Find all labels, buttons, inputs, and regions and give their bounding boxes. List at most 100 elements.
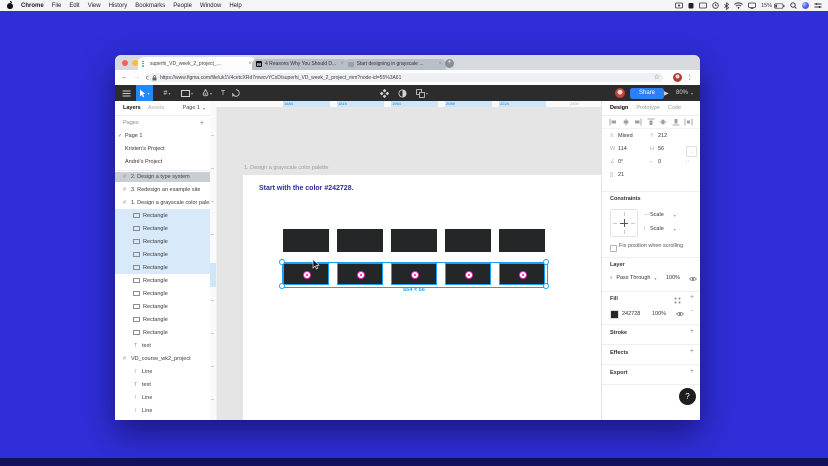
address-field[interactable]: https://www.figma.com/file/uk1V4cetcXRd7… <box>148 73 663 82</box>
fill-styles-icon[interactable] <box>674 297 681 304</box>
layer-row[interactable]: Rectangle <box>115 287 210 300</box>
smart-selection-handle[interactable] <box>519 271 527 279</box>
menu-history[interactable]: History <box>109 3 128 9</box>
move-tool-button[interactable]: ▾ <box>136 85 153 101</box>
layer-row[interactable]: # 1. Design a grayscale color pale... <box>115 196 210 209</box>
page-item[interactable]: Kristen's Project <box>115 142 210 155</box>
collaborator-avatar[interactable] <box>615 88 625 98</box>
align-right-icon[interactable] <box>634 118 642 126</box>
main-menu-button[interactable] <box>119 85 133 101</box>
vertical-constraint-dropdown[interactable]: | Scale ▾ <box>644 226 676 232</box>
bluetooth-icon[interactable] <box>724 2 729 10</box>
sidecar-icon[interactable] <box>748 2 756 9</box>
close-window-button[interactable] <box>122 60 128 66</box>
rectangle-swatch[interactable] <box>337 229 383 252</box>
align-vertical-center-icon[interactable] <box>659 118 667 126</box>
align-left-icon[interactable] <box>609 118 617 126</box>
bookmark-star-icon[interactable]: ☆ <box>654 73 660 81</box>
blend-mode-dropdown[interactable]: ◐ Pass Through ▾ <box>610 275 657 281</box>
comment-tool-button[interactable] <box>229 85 243 101</box>
height-field[interactable]: H 56 <box>650 146 664 152</box>
tab-assets[interactable]: Assets <box>148 105 165 111</box>
tab-design[interactable]: Design <box>610 105 628 111</box>
layer-row[interactable]: # 2. Design a type system <box>115 172 210 182</box>
close-tab-icon[interactable]: × <box>438 61 442 67</box>
corner-radius-field[interactable]: ⌐ 0 <box>650 159 661 165</box>
add-stroke-button[interactable]: + <box>690 328 694 335</box>
width-field[interactable]: W 114 <box>610 146 627 152</box>
selection-handle[interactable] <box>279 259 285 265</box>
add-page-button[interactable]: + <box>200 120 204 127</box>
remove-fill-button[interactable]: − <box>690 308 693 314</box>
minimize-window-button[interactable] <box>132 60 138 66</box>
fix-position-checkbox[interactable] <box>610 245 617 252</box>
independent-corners-toggle[interactable]: :: <box>686 159 689 165</box>
layer-row[interactable]: Rectangle <box>115 326 210 339</box>
menu-help[interactable]: Help <box>229 3 241 9</box>
menu-window[interactable]: Window <box>200 3 221 9</box>
menu-view[interactable]: View <box>88 3 101 9</box>
spacing-field[interactable]: ][ 21 <box>610 172 624 178</box>
layer-row-selected[interactable]: Rectangle <box>115 222 210 235</box>
selection-handle[interactable] <box>543 259 549 265</box>
control-center-icon[interactable] <box>814 2 822 9</box>
layer-row[interactable]: T text <box>115 378 210 391</box>
help-button[interactable]: ? <box>679 388 696 405</box>
battery-icon[interactable] <box>774 3 785 9</box>
add-export-button[interactable]: + <box>690 368 694 375</box>
siri-icon[interactable] <box>802 2 809 9</box>
screen-record-icon[interactable] <box>675 2 683 9</box>
selection-handle[interactable] <box>543 283 549 289</box>
page-item-current[interactable]: ✓ Page 1 <box>115 129 210 142</box>
tab-medium-article[interactable]: M 4 Reasons Why You Should D... × <box>252 59 348 71</box>
rotation-field[interactable]: ∠ 0° <box>610 159 623 165</box>
shape-tool-button[interactable]: ▾ <box>179 85 195 101</box>
rectangle-swatch[interactable] <box>445 229 491 252</box>
menu-file[interactable]: File <box>52 3 62 9</box>
layer-row-selected[interactable]: Rectangle <box>115 261 210 274</box>
browser-menu-icon[interactable]: ⋮ <box>687 73 694 81</box>
zoom-menu[interactable]: 80% ▾ <box>676 85 693 101</box>
align-bottom-icon[interactable] <box>672 118 680 126</box>
frame-title[interactable]: 1. Design a grayscale color palette <box>244 165 328 171</box>
rectangle-swatch[interactable] <box>391 229 437 252</box>
align-horizontal-center-icon[interactable] <box>622 118 630 126</box>
clock-icon[interactable] <box>712 2 719 9</box>
eye-icon[interactable] <box>676 311 684 317</box>
layer-row-selected[interactable]: Rectangle <box>115 209 210 222</box>
mask-button[interactable] <box>395 85 409 101</box>
tab-code[interactable]: Code <box>668 105 681 111</box>
layer-row-selected[interactable]: Rectangle <box>115 248 210 261</box>
spotlight-icon[interactable] <box>790 2 797 9</box>
menu-edit[interactable]: Edit <box>69 3 79 9</box>
fill-color-swatch[interactable] <box>610 310 619 319</box>
selection-handle[interactable] <box>279 283 285 289</box>
text-tool-button[interactable]: T <box>217 85 229 101</box>
eye-icon[interactable] <box>689 276 697 282</box>
new-tab-button[interactable]: + <box>445 59 454 68</box>
layer-row[interactable]: / Line <box>115 365 210 378</box>
canvas-heading-text[interactable]: Start with the color #242728. <box>259 185 354 192</box>
layer-row[interactable]: / Line <box>115 404 210 417</box>
layer-row[interactable]: Rectangle <box>115 300 210 313</box>
align-top-icon[interactable] <box>647 118 655 126</box>
layer-opacity-field[interactable]: 100% <box>666 275 680 281</box>
apple-menu-icon[interactable] <box>7 2 13 9</box>
share-button[interactable]: Share <box>630 88 664 99</box>
tab-layers[interactable]: Layers <box>123 105 141 111</box>
present-button[interactable]: ▶ <box>664 85 669 101</box>
distribute-tidy-icon[interactable] <box>684 118 693 126</box>
smart-selection-handle[interactable] <box>357 271 365 279</box>
add-effect-button[interactable]: + <box>690 348 694 355</box>
menu-people[interactable]: People <box>173 3 192 9</box>
add-fill-button[interactable]: + <box>690 294 694 301</box>
y-position-field[interactable]: Y 212 <box>650 133 667 139</box>
menu-app-name[interactable]: Chrome <box>21 3 44 9</box>
extension-icon[interactable] <box>688 2 694 9</box>
smart-selection-handle[interactable] <box>411 271 419 279</box>
back-button[interactable]: ← <box>121 74 128 81</box>
page-selector[interactable]: Page 1 ▾ <box>183 105 205 111</box>
design-frame[interactable] <box>243 175 601 420</box>
display-icon[interactable] <box>699 2 707 9</box>
boolean-groups-button[interactable]: ▾ <box>413 85 431 101</box>
